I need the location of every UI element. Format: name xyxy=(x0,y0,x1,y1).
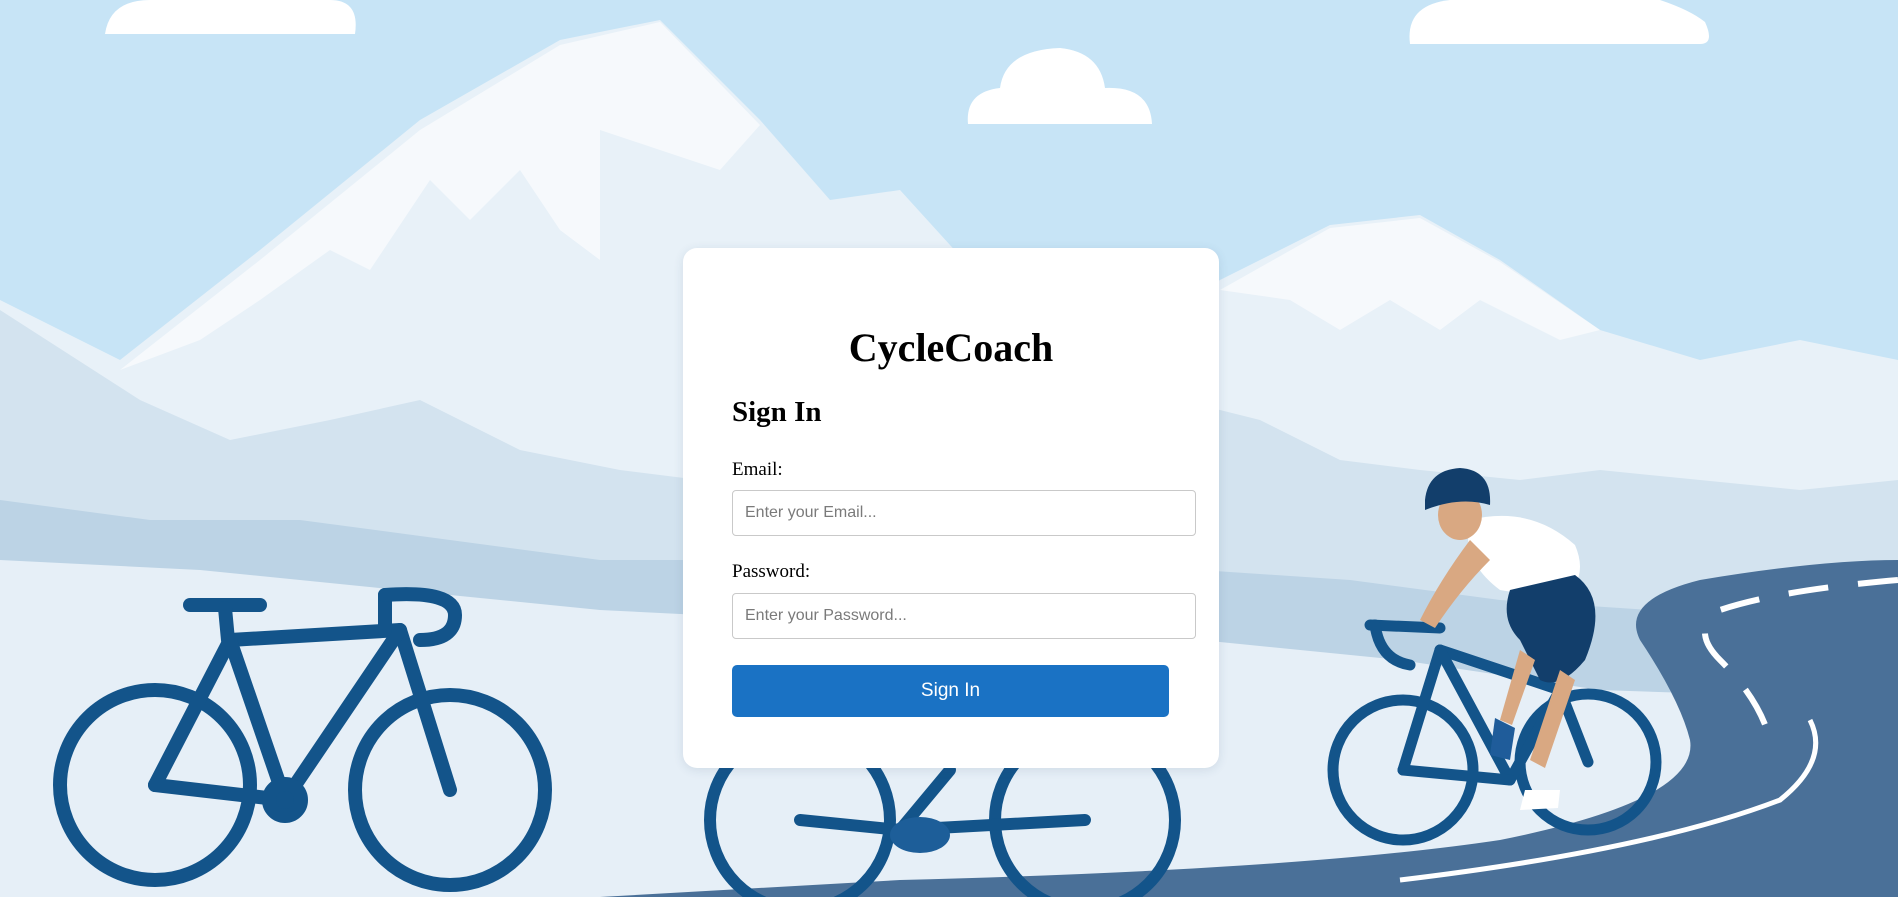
login-card: CycleCoach Sign In Email: Password: Sign… xyxy=(683,248,1219,768)
password-input[interactable] xyxy=(732,593,1196,639)
sign-in-button[interactable]: Sign In xyxy=(732,665,1169,717)
email-label: Email: xyxy=(732,459,783,480)
password-label: Password: xyxy=(732,561,811,582)
app-brand-title: CycleCoach xyxy=(848,325,1054,370)
sign-in-heading: Sign In xyxy=(732,396,822,428)
email-input[interactable] xyxy=(732,490,1196,536)
